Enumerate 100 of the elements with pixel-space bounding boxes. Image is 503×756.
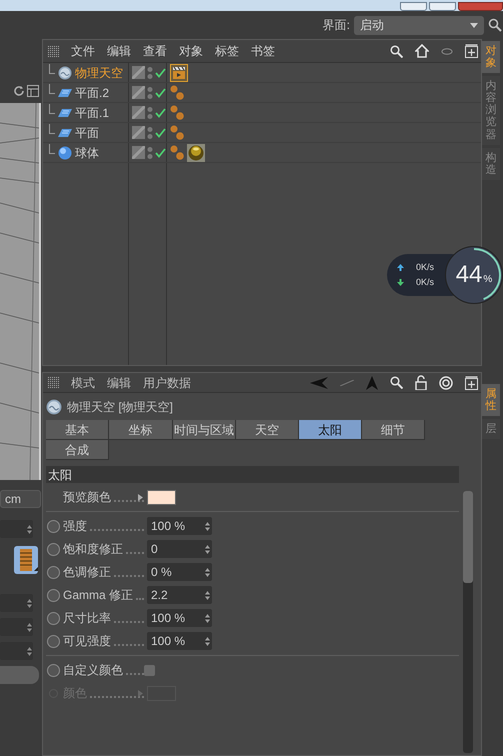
close-button[interactable] [458, 2, 503, 11]
menu-item[interactable]: 书签 [251, 42, 275, 60]
two-dots-icon[interactable] [170, 84, 184, 100]
tab[interactable]: 基本 [46, 420, 109, 440]
search-icon[interactable] [488, 18, 502, 32]
check-icon[interactable] [155, 108, 166, 118]
tab[interactable]: 时间与区域 [173, 420, 236, 440]
layout-icon[interactable] [27, 85, 39, 97]
number-field[interactable]: 100 % [147, 632, 212, 650]
menu-item[interactable]: 标签 [215, 42, 239, 60]
animation-radio[interactable] [47, 520, 60, 532]
tab[interactable]: 天空 [236, 420, 299, 440]
animation-radio[interactable] [47, 542, 60, 556]
layer-icon[interactable] [132, 146, 145, 159]
check-icon[interactable] [155, 128, 166, 138]
material-ball-icon[interactable] [187, 144, 205, 162]
object-name[interactable]: 平面.2 [75, 84, 110, 102]
number-field[interactable]: 0 [147, 540, 212, 558]
film-icon[interactable] [14, 546, 38, 574]
menu-item[interactable]: 模式 [71, 374, 95, 392]
refresh-icon[interactable] [13, 85, 25, 97]
expand-arrow-icon[interactable] [138, 494, 143, 500]
object-title: 物理天空 [物理天空] [67, 399, 174, 416]
dropdown-field[interactable] [0, 642, 33, 660]
spinner-icon [205, 614, 210, 622]
percent-sign: % [483, 273, 492, 287]
plane-icon [58, 108, 72, 118]
check-icon[interactable] [155, 148, 166, 158]
visibility-dots-icon[interactable] [147, 126, 153, 140]
two-dots-icon[interactable] [170, 104, 184, 120]
menu-item[interactable]: 编辑 [107, 42, 131, 60]
animation-radio[interactable] [47, 566, 60, 578]
viewport[interactable] [0, 103, 41, 480]
visibility-dots-icon[interactable] [147, 106, 153, 120]
animation-radio[interactable] [47, 664, 60, 676]
object-name[interactable]: 物理天空 [75, 64, 123, 82]
object-name[interactable]: 平面.1 [75, 104, 110, 122]
animation-radio[interactable] [47, 588, 60, 602]
search-icon[interactable] [390, 44, 403, 58]
up-arrow-icon[interactable] [366, 376, 378, 390]
two-dots-icon[interactable] [170, 124, 184, 140]
group-button[interactable] [0, 666, 39, 684]
interface-dropdown[interactable]: 启动 [354, 16, 484, 34]
lock-icon[interactable] [415, 375, 427, 390]
layer-icon[interactable] [132, 126, 145, 139]
menu-item[interactable]: 文件 [71, 42, 95, 60]
animation-radio[interactable] [47, 634, 60, 648]
number-field[interactable]: 100 % [147, 517, 212, 535]
spinner-icon [27, 646, 32, 656]
restore-button[interactable] [429, 2, 456, 11]
grip-icon[interactable] [48, 377, 59, 388]
unit-field[interactable]: cm [0, 490, 41, 508]
object-name[interactable]: 球体 [75, 144, 99, 162]
minimize-button[interactable] [400, 2, 427, 11]
check-icon[interactable] [155, 88, 166, 98]
scrollbar-thumb[interactable] [463, 491, 473, 583]
two-dots-icon[interactable] [170, 144, 184, 160]
animation-radio[interactable] [47, 612, 60, 624]
new-panel-icon[interactable] [465, 44, 478, 58]
checkbox[interactable] [144, 664, 155, 676]
search-icon[interactable] [390, 376, 403, 389]
menu-item[interactable]: 用户数据 [143, 374, 191, 392]
side-tab[interactable]: 对象 [482, 41, 500, 74]
spinner-icon [27, 598, 32, 608]
visibility-dots-icon[interactable] [147, 66, 153, 80]
tab[interactable]: 太阳 [299, 420, 362, 440]
plane-icon [58, 128, 72, 138]
layer-icon[interactable] [132, 106, 145, 119]
check-icon[interactable] [155, 68, 166, 78]
sky-icon [58, 66, 72, 80]
dropdown-field[interactable] [0, 594, 33, 612]
home-icon[interactable] [415, 44, 429, 58]
number-field[interactable]: 0 % [147, 563, 212, 581]
tab[interactable]: 合成 [46, 440, 109, 460]
dropdown-field[interactable] [0, 520, 33, 538]
scrollbar[interactable] [463, 491, 473, 753]
tab[interactable]: 坐标 [109, 420, 173, 440]
number-field[interactable]: 100 % [147, 609, 212, 627]
layer-icon[interactable] [132, 86, 145, 99]
target-icon[interactable] [439, 376, 453, 390]
number-field[interactable]: 2.2 [147, 586, 212, 604]
menu-item[interactable]: 对象 [179, 42, 203, 60]
side-tab[interactable]: 属性 [482, 384, 500, 416]
tab[interactable]: 细节 [362, 420, 425, 440]
color-swatch[interactable] [147, 490, 176, 504]
new-panel-icon[interactable] [465, 376, 478, 390]
menu-item[interactable]: 查看 [143, 42, 167, 60]
parameter-label: 强度 [63, 518, 87, 535]
layer-icon[interactable] [132, 66, 145, 79]
object-name[interactable]: 平面 [75, 124, 99, 142]
dropdown-field[interactable] [0, 618, 33, 636]
grip-icon[interactable] [48, 46, 59, 56]
expand-arrow-icon[interactable] [138, 690, 143, 696]
back-arrow-icon[interactable] [310, 376, 328, 388]
upload-arrow-icon [397, 264, 404, 271]
visibility-dots-icon[interactable] [147, 146, 153, 160]
parameter-label: 自定义颜色 [63, 662, 123, 679]
visibility-dots-icon[interactable] [147, 86, 153, 100]
menu-item[interactable]: 编辑 [107, 374, 131, 392]
clapperboard-icon[interactable] [170, 64, 188, 82]
